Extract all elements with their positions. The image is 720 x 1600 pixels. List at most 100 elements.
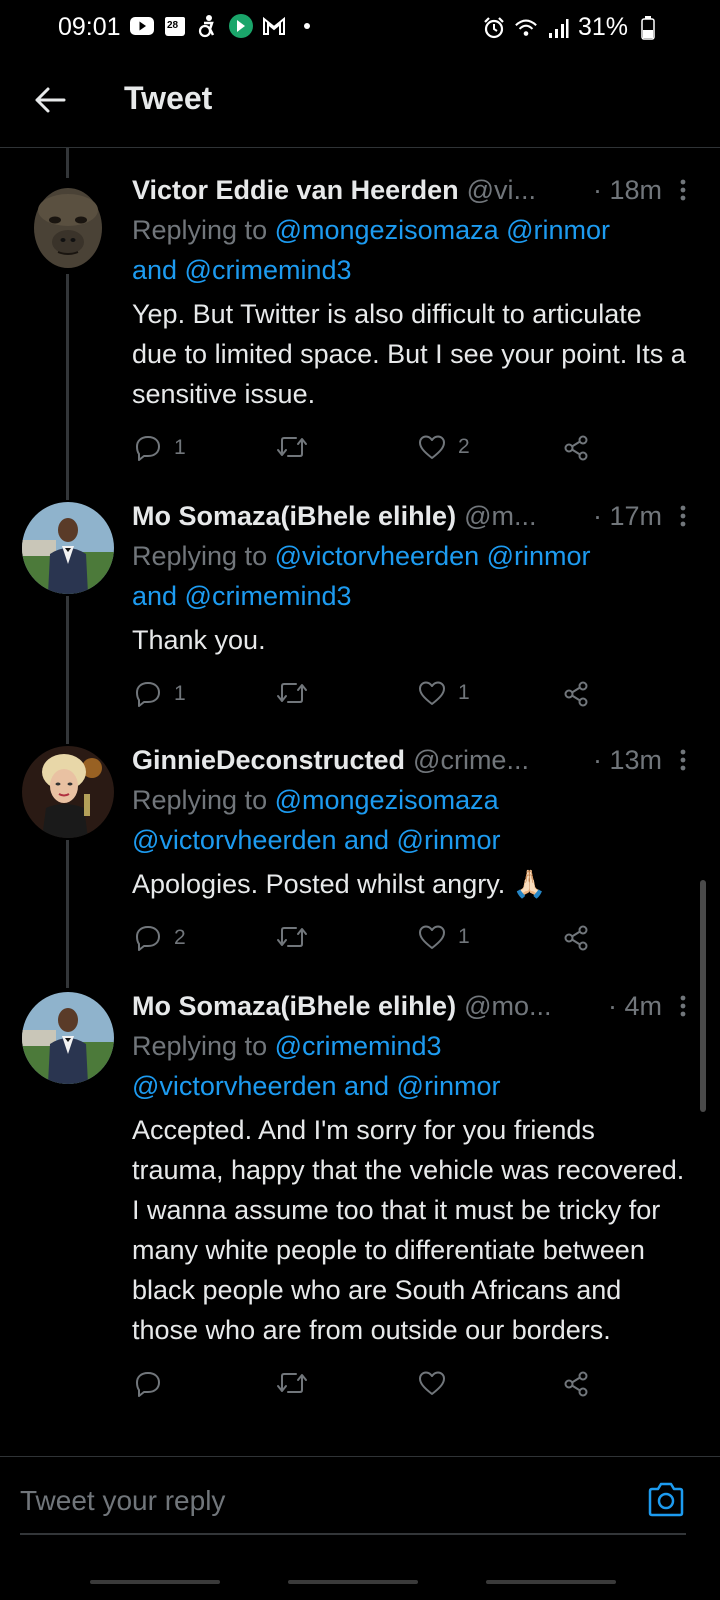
tweet[interactable]: GinnieDeconstructed @crime... · 13m Repl… — [0, 740, 720, 970]
reply-composer — [0, 1456, 720, 1548]
reply-button[interactable]: 2 — [134, 924, 186, 952]
like-button[interactable] — [418, 1370, 458, 1396]
timestamp[interactable]: · 18m — [593, 175, 662, 206]
tweet-actions: 1 2 — [132, 434, 690, 474]
retweet-icon — [277, 1373, 307, 1393]
timestamp[interactable]: · 13m — [593, 745, 662, 776]
like-button[interactable]: 1 — [418, 924, 470, 950]
retweet-button[interactable] — [276, 1370, 320, 1396]
status-time: 09:01 — [58, 13, 121, 41]
retweet-icon — [277, 437, 307, 457]
back-button[interactable] — [28, 78, 72, 122]
camera-button[interactable] — [646, 1481, 686, 1521]
mention-link[interactable]: and @crimemind3 — [132, 255, 352, 285]
reply-input[interactable] — [20, 1479, 620, 1523]
wifi-icon — [514, 16, 538, 40]
share-icon — [564, 1371, 588, 1397]
page-title: Tweet — [124, 80, 213, 116]
display-name[interactable]: Mo Somaza(iBhele elihle) — [132, 501, 456, 532]
heart-icon — [419, 1371, 445, 1395]
nav-back-handle[interactable] — [486, 1580, 616, 1584]
reply-count: 1 — [174, 436, 186, 459]
reply-icon — [136, 436, 160, 461]
input-underline — [20, 1533, 686, 1535]
timestamp[interactable]: · 4m — [608, 991, 662, 1022]
more-options-icon[interactable] — [676, 175, 690, 205]
system-nav-bar — [0, 1548, 720, 1600]
username[interactable]: @crime... — [413, 745, 529, 776]
avatar[interactable] — [22, 178, 114, 270]
display-name[interactable]: Victor Eddie van Heerden — [132, 175, 459, 206]
reply-button[interactable]: 1 — [134, 434, 186, 462]
heart-icon — [419, 681, 445, 705]
share-icon — [564, 435, 588, 461]
mention-link[interactable]: and @crimemind3 — [132, 581, 352, 611]
mention-link[interactable]: @mongezisomaza @rinmor — [275, 215, 610, 245]
share-icon — [564, 925, 588, 951]
timestamp[interactable]: · 17m — [593, 501, 662, 532]
retweet-button[interactable] — [276, 924, 320, 950]
replying-to: Replying to @mongezisomaza @victorvheerd… — [132, 785, 501, 855]
like-button[interactable]: 2 — [418, 434, 470, 460]
youtube-icon — [130, 14, 154, 38]
display-name[interactable]: Mo Somaza(iBhele elihle) — [132, 991, 456, 1022]
nav-recents-handle[interactable] — [90, 1580, 220, 1584]
more-options-icon[interactable] — [676, 991, 690, 1021]
tweet[interactable]: Mo Somaza(iBhele elihle) @mo... · 4m Rep… — [0, 986, 720, 1456]
app-icon — [229, 14, 253, 38]
nav-home-handle[interactable] — [288, 1580, 418, 1584]
share-button[interactable] — [562, 680, 590, 708]
back-arrow-icon — [35, 87, 66, 113]
reply-count: 1 — [174, 682, 186, 705]
alarm-icon — [482, 16, 506, 40]
mention-link[interactable]: @victorvheerden and @rinmor — [132, 825, 500, 855]
more-options-icon[interactable] — [676, 745, 690, 775]
scrollbar-thumb[interactable] — [700, 880, 706, 1112]
replying-to: Replying to @crimemind3 @victorvheerden … — [132, 1031, 501, 1101]
reply-count: 2 — [174, 926, 186, 949]
reply-button[interactable]: 1 — [134, 680, 186, 708]
retweet-button[interactable] — [276, 680, 320, 706]
reply-icon — [136, 1372, 160, 1397]
username[interactable]: @vi... — [467, 175, 536, 206]
camera-icon — [648, 1482, 684, 1517]
share-button[interactable] — [562, 434, 590, 462]
tweet-text: Yep. But Twitter is also difficult to ar… — [132, 299, 686, 409]
like-button[interactable]: 1 — [418, 680, 470, 706]
avatar[interactable] — [22, 992, 114, 1084]
more-options-icon[interactable] — [676, 501, 690, 531]
tweet-actions: 1 1 — [132, 680, 690, 720]
username[interactable]: @m... — [464, 501, 536, 532]
reply-button[interactable] — [134, 1370, 174, 1398]
battery-icon — [636, 15, 660, 40]
mention-link[interactable]: @crimemind3 — [275, 1031, 442, 1061]
accessibility-icon — [196, 14, 220, 38]
reply-icon — [136, 926, 160, 951]
heart-icon — [419, 925, 445, 949]
mention-link[interactable]: @victorvheerden and @rinmor — [132, 1071, 500, 1101]
share-icon — [564, 681, 588, 707]
top-app-bar: Tweet — [0, 56, 720, 148]
retweet-icon — [277, 927, 307, 947]
dot-icon — [295, 14, 319, 38]
reply-icon — [136, 682, 160, 707]
share-button[interactable] — [562, 924, 590, 952]
retweet-button[interactable] — [276, 434, 320, 460]
tweet-text: Accepted. And I'm sorry for you friends … — [132, 1115, 685, 1345]
avatar[interactable] — [22, 502, 114, 594]
tweet[interactable]: Victor Eddie van Heerden @vi... · 18m Re… — [0, 170, 720, 480]
calendar-icon: 28 — [163, 14, 187, 38]
display-name[interactable]: GinnieDeconstructed — [132, 745, 405, 776]
tweet-actions — [132, 1370, 690, 1410]
mention-link[interactable]: @victorvheerden @rinmor — [275, 541, 591, 571]
tweet[interactable]: Mo Somaza(iBhele elihle) @m... · 17m Rep… — [0, 496, 720, 726]
battery-percent: 31% — [577, 13, 628, 41]
mention-link[interactable]: @mongezisomaza — [275, 785, 499, 815]
username[interactable]: @mo... — [464, 991, 551, 1022]
tweet-text: Thank you. — [132, 625, 266, 655]
like-count: 1 — [458, 681, 470, 704]
heart-icon — [419, 435, 445, 459]
like-count: 1 — [458, 925, 470, 948]
avatar[interactable] — [22, 746, 114, 838]
share-button[interactable] — [562, 1370, 590, 1398]
